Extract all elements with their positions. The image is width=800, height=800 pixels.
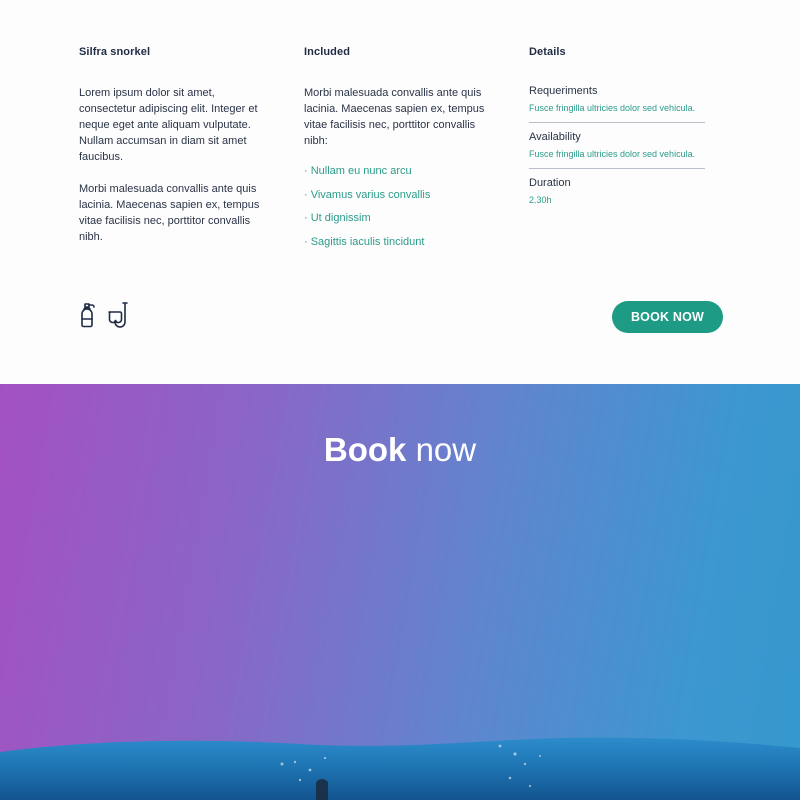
hero-title-strong: Book bbox=[323, 431, 407, 468]
tour-info-section: Silfra snorkel Lorem ipsum dolor sit ame… bbox=[0, 0, 800, 384]
divider bbox=[529, 168, 705, 169]
included-intro: Morbi malesuada convallis ante quis laci… bbox=[304, 87, 485, 147]
hero-title: Book now bbox=[0, 430, 800, 470]
details-column: Details Requeriments Fusce fringilla ult… bbox=[529, 46, 705, 207]
detail-label: Requeriments bbox=[529, 85, 598, 97]
book-now-button[interactable]: BOOK NOW bbox=[612, 301, 723, 333]
included-item: · Ut dignissim bbox=[304, 212, 371, 224]
hero-title-light: now bbox=[415, 431, 477, 468]
detail-value: 2.30h bbox=[529, 195, 552, 205]
equipment-icons bbox=[77, 300, 131, 330]
included-column: Included Morbi malesuada convallis ante … bbox=[304, 46, 494, 258]
detail-availability: Availability Fusce fringilla ultricies d… bbox=[529, 130, 705, 161]
divider bbox=[529, 122, 705, 123]
sea-image bbox=[0, 737, 800, 800]
detail-label: Availability bbox=[529, 131, 581, 143]
snorkel-column: Silfra snorkel Lorem ipsum dolor sit ame… bbox=[79, 46, 269, 245]
snorkel-paragraph: Lorem ipsum dolor sit amet, consectetur … bbox=[79, 87, 258, 163]
details-column-title: Details bbox=[529, 46, 566, 58]
detail-value: Fusce fringilla ultricies dolor sed vehi… bbox=[529, 103, 696, 113]
included-item: · Sagittis iaculis tincidunt bbox=[304, 235, 425, 248]
detail-duration: Duration 2.30h bbox=[529, 176, 705, 207]
included-list: · Nullam eu nunc arcu · Vivamus varius c… bbox=[304, 164, 494, 250]
detail-label: Duration bbox=[529, 177, 571, 189]
included-item: · Nullam eu nunc arcu bbox=[304, 165, 412, 177]
included-column-title: Included bbox=[304, 46, 351, 58]
included-item: · Vivamus varius convallis bbox=[304, 188, 431, 201]
oxygen-tank-icon bbox=[81, 303, 95, 328]
book-now-hero: Book now bbox=[0, 384, 800, 800]
snorkel-paragraph: Morbi malesuada convallis ante quis laci… bbox=[79, 183, 260, 243]
detail-requirements: Requeriments Fusce fringilla ultricies d… bbox=[529, 84, 705, 115]
detail-value: Fusce fringilla ultricies dolor sed vehi… bbox=[529, 149, 696, 159]
snorkel-mask-icon bbox=[108, 302, 128, 328]
snorkel-column-title: Silfra snorkel bbox=[79, 46, 151, 58]
